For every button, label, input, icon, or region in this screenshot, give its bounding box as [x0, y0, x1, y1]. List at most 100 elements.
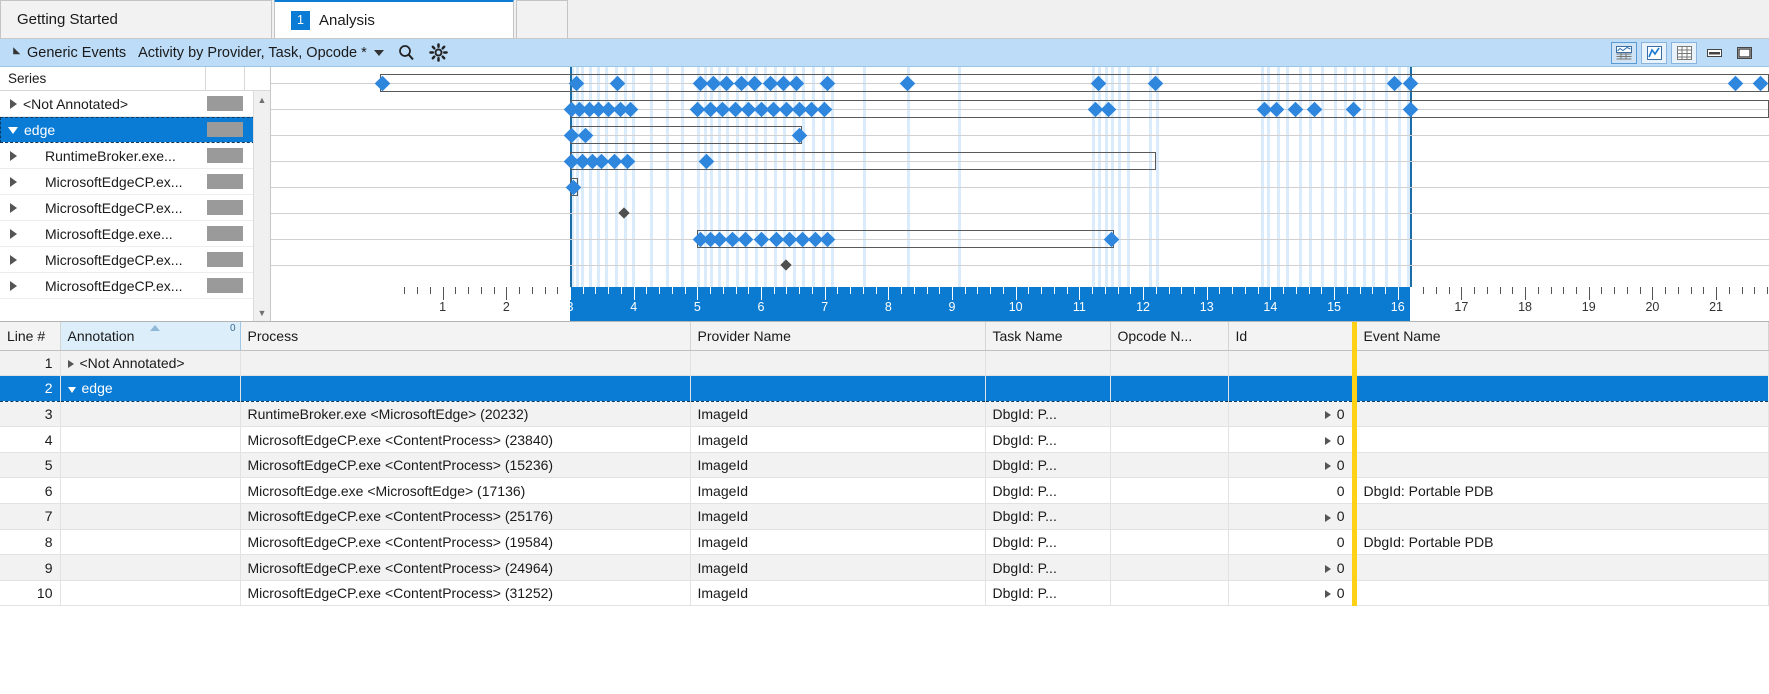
series-header: Series	[0, 67, 270, 91]
series-row[interactable]: <Not Annotated>	[0, 91, 270, 117]
chevron-right-icon[interactable]	[10, 98, 17, 109]
time-axis[interactable]: 1 2 3 4 5 6 7 8 9 10 11 12 13 14 15 16 17 18 19 20 21	[271, 287, 1769, 321]
chevron-right-icon[interactable]	[10, 228, 17, 239]
table-row[interactable]: 4 MicrosoftEdgeCP.exe <ContentProcess> (2…	[0, 426, 1769, 453]
cell-provider: ImageId	[690, 580, 986, 607]
cell-id: 0	[1228, 477, 1355, 505]
collapse-triangle-icon[interactable]	[9, 47, 21, 58]
chevron-right-icon[interactable]	[1324, 462, 1331, 471]
series-row[interactable]: MicrosoftEdgeCP.ex...	[0, 273, 270, 299]
maximize-graph-button[interactable]	[1731, 42, 1757, 64]
column-header-event[interactable]: Event Name	[1351, 322, 1769, 351]
axis-minor-tick	[1486, 287, 1488, 294]
column-header-process[interactable]: Process	[240, 322, 691, 351]
column-header-provider[interactable]: Provider Name	[690, 322, 986, 351]
chevron-right-icon[interactable]	[10, 176, 17, 187]
cell-annotation	[60, 401, 241, 428]
cell-process: MicrosoftEdgeCP.exe <ContentProcess> (25…	[240, 503, 691, 530]
activity-span-box[interactable]	[570, 152, 1156, 170]
search-icon[interactable]	[398, 44, 415, 61]
chevron-down-icon[interactable]	[373, 49, 384, 56]
axis-minor-tick	[1550, 287, 1552, 294]
tab-strip: Getting Started 1 Analysis	[0, 0, 1769, 39]
column-header-opcode[interactable]: Opcode N...	[1110, 322, 1229, 351]
cell-event	[1351, 350, 1769, 377]
chevron-right-icon[interactable]	[10, 280, 17, 291]
cell-task: DbgId: P...	[985, 529, 1111, 556]
axis-minor-tick	[1232, 287, 1234, 294]
table-row[interactable]: 6 MicrosoftEdge.exe <MicrosoftEdge> (1713…	[0, 477, 1769, 505]
graph-and-table-view-button[interactable]	[1611, 41, 1637, 64]
chevron-right-icon[interactable]	[1324, 513, 1331, 522]
activity-span-box[interactable]	[380, 74, 1769, 92]
table-row[interactable]: 10 MicrosoftEdgeCP.exe <ContentProcess> (…	[0, 580, 1769, 607]
series-color-swatch[interactable]	[207, 278, 243, 293]
activity-span-box[interactable]	[570, 126, 803, 144]
axis-minor-tick	[1537, 287, 1539, 294]
cell-id: 0	[1228, 452, 1355, 479]
cell-id: 0	[1228, 426, 1355, 453]
series-color-swatch[interactable]	[207, 200, 243, 215]
table-row[interactable]: 3 RuntimeBroker.exe <MicrosoftEdge> (2023…	[0, 401, 1769, 428]
graph-only-view-button[interactable]	[1641, 41, 1667, 64]
chevron-right-icon[interactable]	[10, 254, 17, 265]
axis-tick-label: 18	[1518, 300, 1532, 314]
chevron-down-icon[interactable]	[8, 127, 18, 134]
table-row[interactable]: 2 edge	[0, 375, 1769, 402]
cell-opcode	[1110, 529, 1229, 556]
chevron-right-icon[interactable]	[1324, 436, 1331, 445]
cell-process	[240, 375, 691, 402]
chevron-right-icon[interactable]	[10, 202, 17, 213]
cell-event: DbgId: Portable PDB	[1351, 477, 1769, 505]
cell-provider: ImageId	[690, 452, 986, 479]
lane-baseline	[271, 187, 1769, 188]
minimize-graph-button[interactable]	[1701, 42, 1727, 64]
table-row[interactable]: 8 MicrosoftEdgeCP.exe <ContentProcess> (1…	[0, 529, 1769, 556]
series-row[interactable]: edge	[0, 117, 270, 143]
column-header-line[interactable]: Line #	[0, 322, 61, 351]
chevron-right-icon[interactable]	[1324, 411, 1331, 420]
axis-minor-tick	[1474, 287, 1476, 294]
column-header-task[interactable]: Task Name	[985, 322, 1111, 351]
scroll-up-icon[interactable]: ▲	[254, 91, 270, 108]
series-row[interactable]: MicrosoftEdgeCP.ex...	[0, 195, 270, 221]
column-header-annotation[interactable]: Annotation 0	[60, 322, 241, 351]
table-only-view-button[interactable]	[1671, 41, 1697, 64]
cell-opcode	[1110, 401, 1229, 428]
series-color-swatch[interactable]	[207, 174, 243, 189]
table-row[interactable]: 9 MicrosoftEdgeCP.exe <ContentProcess> (2…	[0, 554, 1769, 581]
scroll-down-icon[interactable]: ▼	[254, 304, 270, 321]
chevron-right-icon[interactable]	[67, 360, 74, 369]
event-marker[interactable]	[618, 207, 630, 219]
axis-minor-tick	[1092, 287, 1094, 294]
gear-icon[interactable]	[428, 43, 448, 62]
series-row[interactable]: RuntimeBroker.exe...	[0, 143, 270, 169]
plot-canvas	[271, 67, 1769, 321]
series-scrollbar[interactable]: ▲ ▼	[253, 91, 270, 321]
chevron-right-icon[interactable]	[10, 150, 17, 161]
series-color-swatch[interactable]	[207, 252, 243, 267]
table-row[interactable]: 5 MicrosoftEdgeCP.exe <ContentProcess> (1…	[0, 452, 1769, 479]
tab-getting-started[interactable]: Getting Started	[0, 0, 272, 38]
chevron-right-icon[interactable]	[1324, 590, 1331, 599]
column-header-id[interactable]: Id	[1228, 322, 1355, 351]
table-row[interactable]: 7 MicrosoftEdgeCP.exe <ContentProcess> (2…	[0, 503, 1769, 530]
timeline-plot[interactable]: 1 2 3 4 5 6 7 8 9 10 11 12 13 14 15 16 17 18 19 20 21	[271, 67, 1769, 321]
cell-line: 2	[0, 375, 61, 402]
series-color-swatch[interactable]	[207, 96, 243, 111]
cell-process: MicrosoftEdgeCP.exe <ContentProcess> (19…	[240, 529, 691, 556]
series-color-swatch[interactable]	[207, 148, 243, 163]
series-row[interactable]: MicrosoftEdge.exe...	[0, 221, 270, 247]
table-row[interactable]: 1 <Not Annotated>	[0, 350, 1769, 377]
series-color-swatch[interactable]	[207, 122, 243, 137]
chevron-down-icon[interactable]	[67, 386, 76, 393]
axis-minor-tick	[531, 287, 533, 294]
tab-analysis[interactable]: 1 Analysis	[274, 0, 514, 38]
series-color-swatch[interactable]	[207, 226, 243, 241]
series-row[interactable]: MicrosoftEdgeCP.ex...	[0, 247, 270, 273]
cell-annotation	[60, 452, 241, 479]
chevron-right-icon[interactable]	[1324, 564, 1331, 573]
axis-tick-label: 13	[1199, 300, 1214, 314]
series-row[interactable]: MicrosoftEdgeCP.ex...	[0, 169, 270, 195]
cell-provider: ImageId	[690, 529, 986, 556]
